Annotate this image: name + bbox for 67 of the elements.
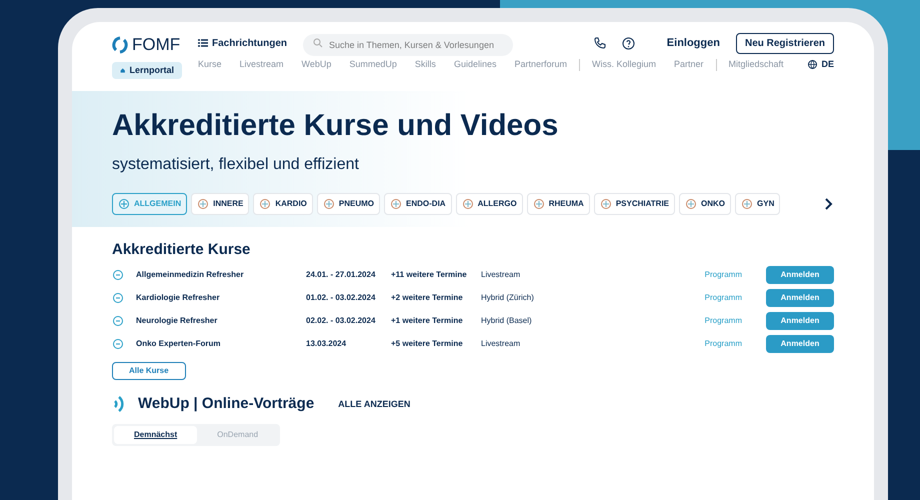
program-link[interactable]: Programm bbox=[704, 315, 742, 327]
course-dates: 02.02. - 03.02.2024 bbox=[306, 315, 376, 327]
course-format: Hybrid (Basel) bbox=[481, 315, 533, 327]
nav-link[interactable]: Skills bbox=[414, 58, 436, 72]
register-button[interactable]: Anmelden bbox=[766, 335, 834, 353]
nav-link[interactable]: Wiss. Kollegium bbox=[592, 58, 656, 72]
tab[interactable]: Demnächst bbox=[114, 426, 198, 444]
globe-icon bbox=[808, 60, 818, 70]
search-field[interactable]: Suche in Themen, Kursen & Vorlesungen bbox=[303, 34, 514, 56]
course-format: Livestream bbox=[481, 269, 522, 281]
specialty-chip[interactable]: ALLERGO bbox=[456, 192, 523, 214]
more-dates-text: +2 weitere Termine bbox=[391, 292, 464, 304]
list-icon bbox=[198, 39, 208, 47]
more-dates-text: +1 weitere Termine bbox=[391, 315, 464, 327]
specialty-chip[interactable]: KARDIO bbox=[253, 192, 313, 214]
nav-link[interactable]: Kurse bbox=[198, 58, 222, 72]
specialty-chip[interactable]: PNEUMO bbox=[316, 192, 380, 214]
phone-icon[interactable] bbox=[594, 37, 606, 49]
section-title: WebUp | Online-Vorträge bbox=[138, 394, 314, 414]
nav-link[interactable]: Livestream bbox=[240, 58, 284, 72]
hero-title: Akkreditierte Kurse und Videos bbox=[112, 108, 560, 144]
show-all-link[interactable]: ALLE ANZEIGEN bbox=[338, 398, 410, 411]
logo-icon bbox=[112, 36, 128, 54]
nav-link[interactable]: Mitgliedschaft bbox=[728, 58, 784, 72]
search-icon bbox=[313, 38, 324, 48]
course-name: Allgemeinmedizin Refresher bbox=[136, 269, 245, 281]
register-button[interactable]: Anmelden bbox=[766, 312, 834, 330]
more-dates-text: +5 weitere Termine bbox=[391, 338, 464, 350]
logo-text: FOMF bbox=[132, 34, 180, 56]
specialty-chip[interactable]: GYN bbox=[735, 192, 780, 214]
course-format: Livestream bbox=[481, 338, 522, 350]
register-button[interactable]: Neu Registrieren bbox=[736, 32, 834, 54]
home-icon bbox=[120, 66, 126, 75]
tab[interactable]: OnDemand bbox=[197, 426, 278, 444]
categories-button[interactable]: Fachrichtungen bbox=[198, 36, 288, 50]
nav-link[interactable]: Partner bbox=[674, 58, 704, 72]
nav-link[interactable]: Guidelines bbox=[454, 58, 496, 72]
register-button[interactable]: Anmelden bbox=[766, 289, 834, 307]
more-dates-text: +11 weitere Termine bbox=[391, 269, 468, 281]
course-name: Neurologie Refresher bbox=[136, 315, 218, 327]
specialty-chip[interactable]: ENDO-DIA bbox=[384, 192, 452, 214]
course-dates: 01.02. - 03.02.2024 bbox=[306, 292, 376, 304]
program-link[interactable]: Programm bbox=[704, 269, 742, 281]
portal-button[interactable]: Lernportal bbox=[112, 62, 182, 79]
course-dates: 24.01. - 27.01.2024 bbox=[306, 269, 376, 281]
specialty-chip[interactable]: INNERE bbox=[191, 192, 250, 214]
register-button[interactable]: Anmelden bbox=[766, 266, 834, 284]
nav-link[interactable]: SummedUp bbox=[349, 58, 397, 72]
nav-link[interactable]: Partnerforum bbox=[514, 58, 567, 72]
program-link[interactable]: Programm bbox=[704, 338, 742, 350]
nav-link[interactable]: WebUp bbox=[302, 58, 332, 72]
specialty-chip[interactable]: PSYCHIATRIE bbox=[594, 192, 676, 214]
broadcast-icon bbox=[112, 395, 126, 414]
hero-subtitle: systematisiert, flexibel und effizient bbox=[112, 154, 360, 174]
all-courses-button[interactable]: Alle Kurse bbox=[112, 362, 186, 380]
specialty-chip[interactable]: ONKO bbox=[679, 192, 732, 214]
specialty-chip[interactable]: ALLGEMEIN bbox=[112, 192, 188, 214]
help-icon[interactable] bbox=[622, 36, 635, 50]
course-format: Hybrid (Zürich) bbox=[481, 292, 535, 304]
program-link[interactable]: Programm bbox=[704, 292, 742, 304]
login-link[interactable]: Einloggen bbox=[666, 34, 720, 52]
language-button[interactable]: DE bbox=[808, 58, 834, 72]
specialty-chip[interactable]: RHEUMA bbox=[526, 192, 590, 214]
course-name: Kardiologie Refresher bbox=[136, 292, 221, 304]
section-title: Akkreditierte Kurse bbox=[112, 240, 252, 260]
course-name: Onko Experten-Forum bbox=[136, 338, 222, 350]
course-dates: 13.03.2024 bbox=[306, 338, 348, 350]
